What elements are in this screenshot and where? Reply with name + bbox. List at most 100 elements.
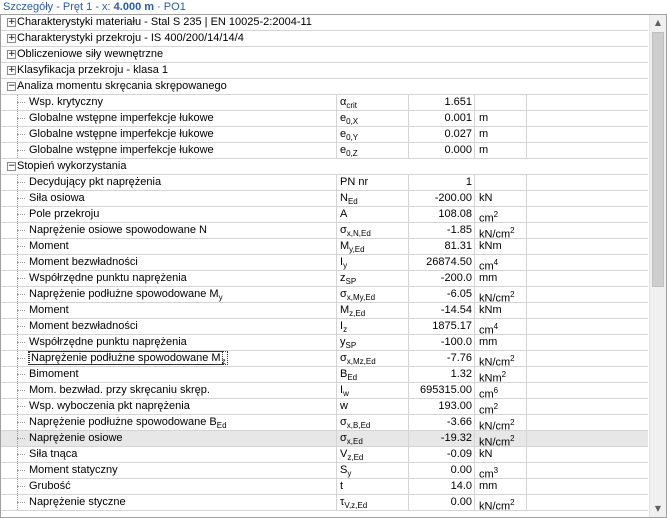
table-row[interactable]: Globalne wstępne imperfekcje łukowe e0,Z 0…	[1, 143, 648, 159]
tree-rows: + Charakterystyki materiału - Stal S 235 …	[1, 15, 648, 513]
unit-cell: cm2	[475, 207, 527, 225]
value-cell: -6.05	[409, 287, 475, 302]
label-text: Moment	[29, 304, 69, 316]
label-text: Moment bezwładności	[29, 320, 138, 332]
table-row[interactable]: Moment My,Ed 81.31 kNm	[1, 239, 648, 255]
row-label-text: Naprężenie osiowe	[29, 432, 123, 444]
symbol-subscript: x,My,Ed	[346, 293, 376, 302]
row-label: Siła tnąca	[13, 447, 337, 462]
symbol: w	[340, 400, 348, 412]
section-row[interactable]: + Charakterystyki przekroju - IS 400/200/…	[1, 31, 648, 47]
row-label: Naprężenie podłużne spowodowane My	[13, 287, 337, 302]
label-text: Moment bezwładności	[29, 256, 138, 268]
row-label-text: Siła tnąca	[29, 448, 77, 460]
symbol: PN nr	[340, 176, 369, 188]
table-row[interactable]: Moment statyczny Sy 0.00 cm3	[1, 463, 648, 481]
unit-cell: mm	[475, 335, 527, 350]
value-cell: 26874.50	[409, 255, 475, 270]
unit-exponent: 2	[510, 290, 515, 299]
table-row[interactable]: Naprężenie osiowe spowodowane Nσx,N,Ed -1…	[1, 223, 648, 241]
section-row[interactable]: + Klasyfikacja przekroju - klasa 1	[1, 63, 648, 79]
table-row[interactable]: Mom. bezwład. przy skręcaniu skręp. Iw 695…	[1, 383, 648, 401]
table-row[interactable]: Siła osiowa NEd -200.00 kN	[1, 191, 648, 207]
collapse-icon[interactable]: −	[7, 82, 16, 91]
table-row[interactable]: Współrzędne punktu naprężenia zSP -200.0 mm	[1, 271, 648, 287]
symbol-cell: zSP	[337, 271, 409, 286]
symbol-subscript: x,Mz,Ed	[346, 357, 376, 366]
unit-exponent: 2	[510, 354, 515, 363]
value-cell: 81.31	[409, 239, 475, 254]
section-header[interactable]: − Stopień wykorzystania	[4, 159, 648, 174]
symbol: σ	[340, 288, 347, 300]
table-row[interactable]: Pole przekroju A 108.08 cm2	[1, 207, 648, 225]
label-text: Współrzędne punktu naprężenia	[29, 272, 187, 284]
table-row[interactable]: Wsp. wyboczenia pkt naprężenia w 193.00 cm2	[1, 399, 648, 417]
section-header[interactable]: + Obliczeniowe siły wewnętrzne	[4, 47, 648, 62]
unit-exponent: 2	[510, 434, 515, 443]
scrollbar-thumb[interactable]	[652, 32, 664, 287]
table-row[interactable]: Moment Mz,Ed -14.54 kNm	[1, 303, 648, 319]
table-row[interactable]: Globalne wstępne imperfekcje łukowe e0,X 0…	[1, 111, 648, 127]
table-row[interactable]: Decydujący pkt naprężenia PN nr 1	[1, 175, 648, 191]
symbol-cell: BEd	[337, 367, 409, 382]
table-row[interactable]: Wsp. krytyczny αcrit 1.651	[1, 95, 648, 111]
unit-exponent: 2	[493, 210, 499, 219]
unit-exponent: 2	[493, 402, 499, 411]
section-header[interactable]: + Charakterystyki przekroju - IS 400/200/…	[4, 31, 648, 46]
symbol-subscript: Ed	[347, 373, 358, 382]
symbol: σ	[340, 416, 347, 428]
table-row[interactable]: Moment bezwładności Iy 26874.50 cm4	[1, 255, 648, 273]
label-text: Siła osiowa	[29, 192, 85, 204]
row-label: Naprężenie osiowe spowodowane N	[13, 223, 337, 238]
symbol-subscript: 0,Z	[346, 149, 358, 158]
expand-icon[interactable]: +	[7, 18, 16, 27]
row-label: Globalne wstępne imperfekcje łukowe	[13, 111, 337, 126]
scroll-down-arrow-icon[interactable]: ▼	[650, 501, 666, 517]
table-row[interactable]: Naprężenie podłużne spowodowane BEd σx,B,…	[1, 415, 648, 433]
details-tree-table[interactable]: + Charakterystyki materiału - Stal S 235 …	[0, 14, 667, 518]
table-row[interactable]: Globalne wstępne imperfekcje łukowe e0,Y 0…	[1, 127, 648, 143]
unit: mm	[479, 336, 498, 348]
expand-icon[interactable]: +	[7, 66, 16, 75]
table-row[interactable]: Współrzędne punktu naprężenia ySP -100.0 mm	[1, 335, 648, 351]
collapse-icon[interactable]: −	[7, 162, 16, 171]
symbol-cell: My,Ed	[337, 239, 409, 254]
symbol: M	[340, 304, 350, 316]
row-label: Wsp. wyboczenia pkt naprężenia	[13, 399, 337, 414]
row-label-text: Bimoment	[29, 368, 79, 380]
section-row[interactable]: − Stopień wykorzystania	[1, 159, 648, 175]
unit-exponent: 2	[510, 498, 515, 507]
table-row[interactable]: Moment bezwładności Iz 1875.17 cm4	[1, 319, 648, 337]
table-row[interactable]: Grubość t 14.0 mm	[1, 479, 648, 495]
table-row[interactable]: Bimoment BEd 1.32 kNm2	[1, 367, 648, 385]
scroll-up-arrow-icon[interactable]: ▲	[650, 15, 666, 31]
section-header[interactable]: + Charakterystyki materiału - Stal S 235 …	[4, 15, 648, 30]
row-label: Moment statyczny	[13, 463, 337, 478]
value-cell: -200.0	[409, 271, 475, 286]
row-label-text: Naprężenie styczne	[29, 496, 126, 508]
table-row[interactable]: Naprężenie styczne τV,z,Ed 0.00 kN/cm2	[1, 495, 648, 513]
symbol-cell: σx,B,Ed	[337, 415, 409, 430]
unit: kN/cm	[479, 500, 511, 513]
table-row[interactable]: Naprężenie osiowe σx,Ed -19.32 kN/cm2	[1, 431, 648, 449]
value-cell: 193.00	[409, 399, 475, 414]
label-text: Globalne wstępne imperfekcje łukowe	[29, 144, 214, 156]
section-row[interactable]: + Obliczeniowe siły wewnętrzne	[1, 47, 648, 63]
section-header[interactable]: + Klasyfikacja przekroju - klasa 1	[4, 63, 648, 78]
value-cell: -3.66	[409, 415, 475, 430]
section-row[interactable]: − Analiza momentu skręcania skrępowanego	[1, 79, 648, 95]
expand-icon[interactable]: +	[7, 50, 16, 59]
symbol-subscript: 0,Y	[346, 133, 359, 142]
expand-icon[interactable]: +	[7, 34, 16, 43]
unit: mm	[479, 272, 498, 284]
table-row[interactable]: Naprężenie podłużne spowodowane Mz σx,Mz,…	[1, 351, 648, 369]
symbol-cell: Mz,Ed	[337, 303, 409, 318]
panel-title-prefix: Szczegóły - Pręt 1 - x:	[3, 1, 114, 13]
section-header[interactable]: − Analiza momentu skręcania skrępowanego	[4, 79, 648, 94]
value-cell: 0.001	[409, 111, 475, 126]
unit-cell: kN/cm2	[475, 287, 527, 305]
vertical-scrollbar[interactable]: ▲ ▼	[649, 15, 666, 517]
table-row[interactable]: Naprężenie podłużne spowodowane My σx,My,…	[1, 287, 648, 305]
section-row[interactable]: + Charakterystyki materiału - Stal S 235 …	[1, 15, 648, 31]
table-row[interactable]: Siła tnąca Vz,Ed -0.09 kN	[1, 447, 648, 463]
